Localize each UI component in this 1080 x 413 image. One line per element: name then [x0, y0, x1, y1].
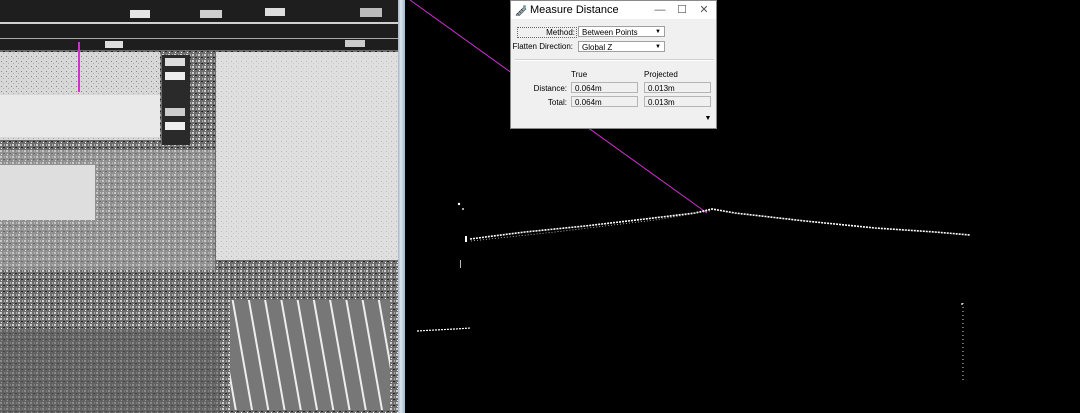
maximize-icon[interactable]: ☐: [671, 2, 693, 18]
profile-view-canvas: [409, 0, 971, 380]
profile-view-panel[interactable]: [405, 0, 1080, 413]
total-projected-field[interactable]: 0.013m: [644, 96, 711, 107]
flatten-direction-label: Flatten Direction:: [512, 42, 573, 51]
dialog-title: Measure Distance: [530, 4, 619, 16]
measure-distance-dialog: Measure Distance — ☐ ✕ Method: Between P…: [510, 0, 717, 129]
method-value: Between Points: [582, 28, 638, 37]
view-splitter[interactable]: [398, 0, 405, 413]
aerial-view-panel[interactable]: [0, 0, 398, 413]
chevron-down-icon: ▼: [655, 44, 661, 50]
close-icon[interactable]: ✕: [693, 2, 715, 18]
total-true-field[interactable]: 0.064m: [571, 96, 638, 107]
minimize-icon[interactable]: —: [649, 2, 671, 18]
chevron-down-icon: ▼: [655, 29, 661, 35]
dialog-titlebar[interactable]: Measure Distance — ☐ ✕: [511, 1, 716, 19]
distance-true-field[interactable]: 0.064m: [571, 82, 638, 93]
total-label: Total:: [547, 98, 567, 107]
method-label: Method:: [517, 27, 577, 38]
flatten-direction-dropdown[interactable]: Global Z ▼: [578, 41, 665, 52]
distance-label: Distance:: [533, 84, 567, 93]
true-column-header: True: [571, 70, 588, 79]
flatten-direction-value: Global Z: [582, 43, 613, 52]
measure-ruler-icon: [515, 5, 527, 16]
expand-down-icon[interactable]: ▼: [703, 114, 713, 124]
distance-projected-field[interactable]: 0.013m: [644, 82, 711, 93]
method-dropdown[interactable]: Between Points ▼: [578, 26, 665, 37]
aerial-view-canvas: [0, 0, 398, 413]
dialog-separator: [515, 59, 714, 61]
roof-profile-points: [469, 208, 971, 240]
projected-column-header: Projected: [644, 70, 678, 79]
